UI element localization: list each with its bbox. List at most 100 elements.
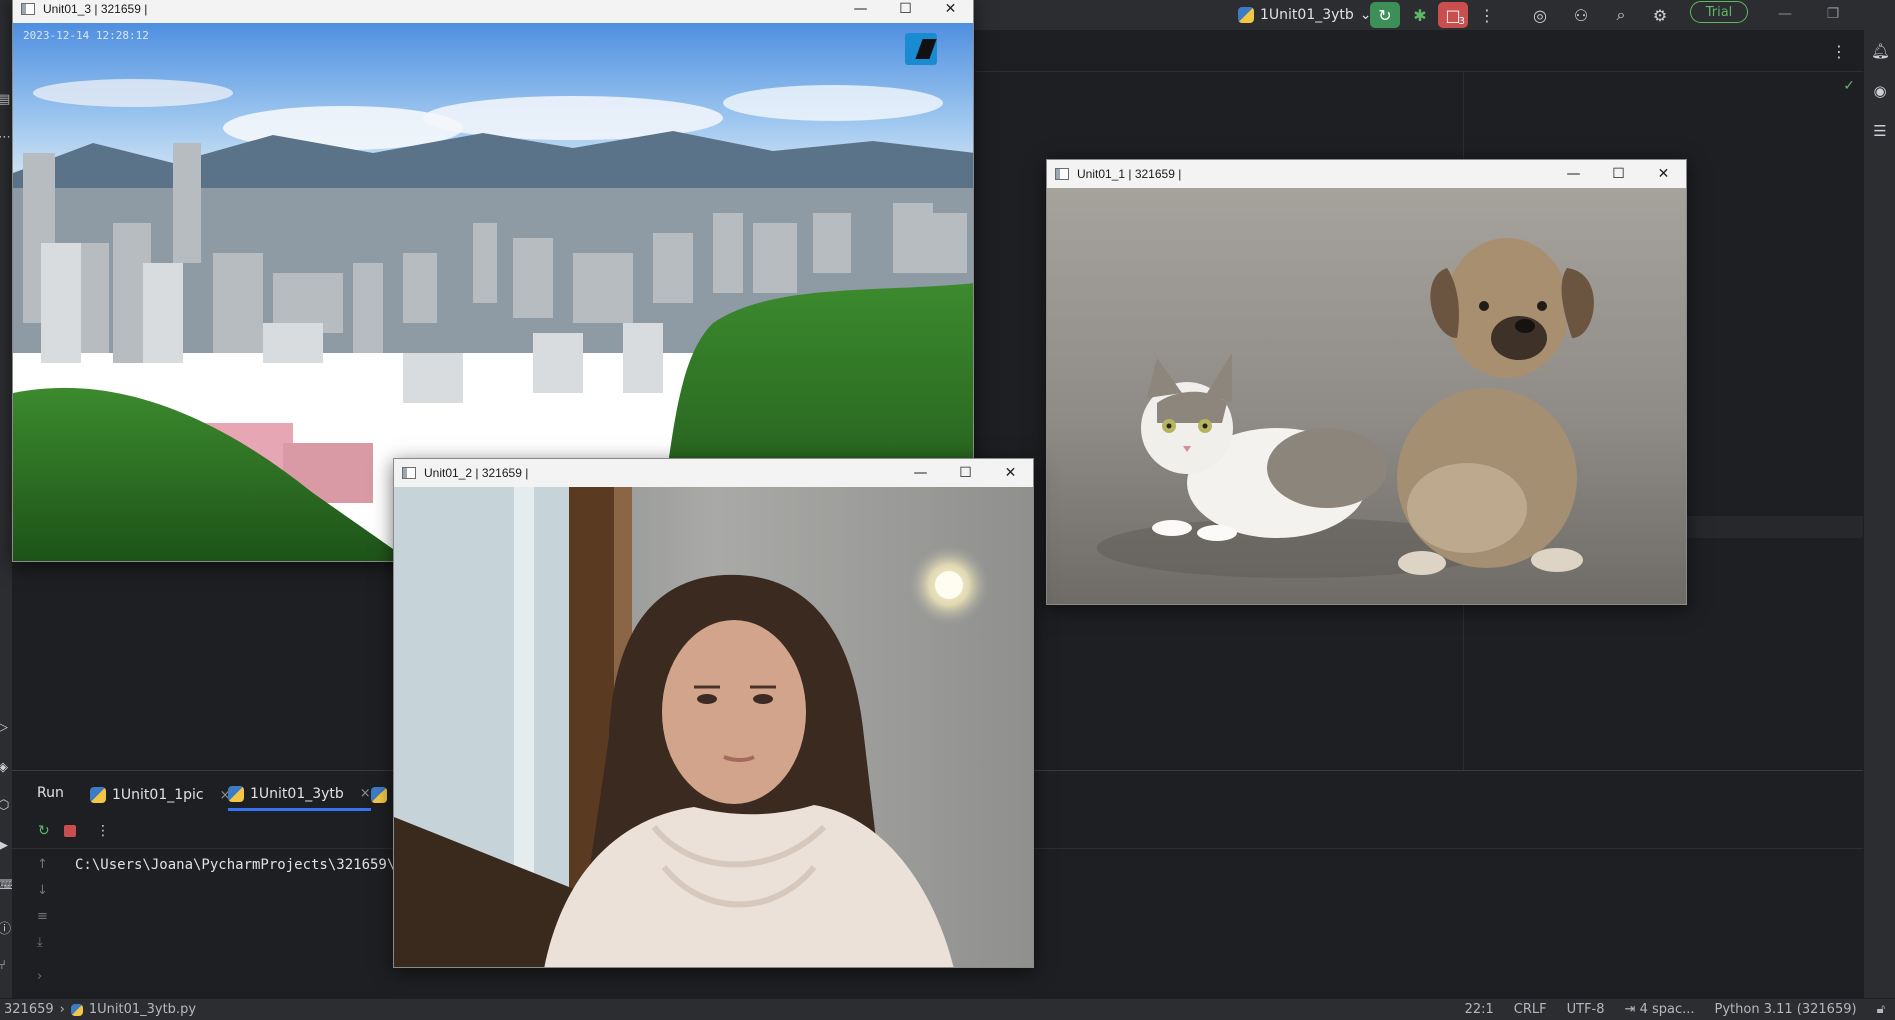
- scroll-to-end-icon[interactable]: ⤓: [37, 935, 43, 950]
- run-tool-icon[interactable]: ▷: [0, 720, 12, 735]
- indent-label: 4 spac...: [1639, 1002, 1695, 1017]
- stop-count-badge: 3: [1458, 16, 1465, 27]
- debug-button[interactable]: ✱: [1405, 2, 1435, 28]
- maximize-button[interactable]: ☐: [943, 459, 988, 487]
- editor-options-button[interactable]: ⋮: [1831, 42, 1847, 61]
- left-tool-strip: ▤ ⋯ ▷ ◈ ⬡ ▶ ⌨ ⓘ ⑂: [0, 30, 17, 998]
- run-panel-title: Run: [37, 785, 64, 801]
- right-tool-strip: 🔔︎ ◉ ☰: [1863, 30, 1895, 998]
- run-tab-label: 1Unit01_1pic: [112, 787, 204, 803]
- python-file-icon: [1238, 7, 1254, 23]
- minimize-button[interactable]: —: [838, 0, 883, 23]
- video-timestamp: 2023-12-14 12:28:12: [23, 29, 149, 42]
- notification-icon[interactable]: 🔔︎: [1871, 42, 1890, 60]
- minimize-icon: —: [913, 465, 928, 481]
- window-title: Unit01_2 | 321659 |: [424, 466, 529, 480]
- maximize-icon: ☐: [959, 465, 972, 481]
- run-configuration-label: 1Unit01_3ytb: [1260, 7, 1354, 23]
- close-icon[interactable]: ×: [360, 786, 371, 801]
- python-packages-icon[interactable]: ⬡: [0, 798, 12, 813]
- cat-and-puppy-picture: [1047, 188, 1686, 604]
- maximize-icon: ☐: [899, 1, 912, 17]
- run-tab-label: 1Unit01_3ytb: [250, 785, 344, 802]
- rerun-button[interactable]: ↻: [1370, 2, 1400, 28]
- python-console-icon[interactable]: ▶: [0, 838, 12, 853]
- window-title: Unit01_3 | 321659 |: [43, 2, 148, 16]
- webcam-person-picture: [394, 487, 1033, 967]
- problems-icon[interactable]: ⓘ: [0, 918, 12, 937]
- broadcaster-logo-icon: [905, 33, 937, 65]
- scroll-up-icon[interactable]: ↑: [37, 857, 48, 872]
- database-icon[interactable]: ☰: [1871, 122, 1889, 140]
- caret-position[interactable]: 22:1: [1465, 1002, 1494, 1017]
- interpreter-selector[interactable]: Python 3.11 (321659): [1715, 1002, 1857, 1017]
- window-app-icon: [21, 3, 35, 15]
- terminal-icon[interactable]: ⌨: [0, 878, 17, 893]
- window-title-bar[interactable]: Unit01_2 | 321659 | — ☐ ✕: [394, 459, 1033, 487]
- kebab-icon[interactable]: ⋮: [96, 823, 110, 839]
- status-bar: 321659 › 1Unit01_3ytb.py 22:1 CRLF UTF-8…: [0, 998, 1895, 1020]
- file-encoding[interactable]: UTF-8: [1567, 1002, 1605, 1017]
- close-icon: ✕: [944, 1, 957, 17]
- maximize-button[interactable]: ☐: [883, 0, 928, 23]
- run-tab-unit01-3ytb[interactable]: 1Unit01_3ytb ×: [228, 779, 371, 811]
- maximize-button[interactable]: ☐: [1596, 160, 1641, 188]
- ide-restore-button[interactable]: ❐: [1818, 3, 1848, 25]
- settings-button[interactable]: ⚙: [1645, 2, 1675, 28]
- window-app-icon: [1055, 168, 1069, 180]
- webcam-feed: [394, 487, 1033, 967]
- window-title-bar[interactable]: Unit01_3 | 321659 | — ☐ ✕: [13, 0, 973, 23]
- ide-minimize-button[interactable]: —: [1770, 3, 1800, 25]
- window-title-bar[interactable]: Unit01_1 | 321659 | — ☐ ✕: [1047, 160, 1686, 188]
- close-button[interactable]: ✕: [928, 0, 973, 23]
- more-tools-icon[interactable]: ⋯: [0, 130, 12, 145]
- python-file-icon: [228, 785, 244, 802]
- run-tab-unit01-1pic[interactable]: 1Unit01_1pic ×: [90, 779, 231, 811]
- lock-icon[interactable]: 🔓︎: [1877, 1002, 1885, 1017]
- maximize-icon: ☐: [1612, 166, 1625, 182]
- pets-image-window[interactable]: Unit01_1 | 321659 | — ☐ ✕: [1046, 159, 1687, 605]
- stop-icon[interactable]: [64, 825, 76, 837]
- rerun-icon: ↻: [1378, 5, 1392, 25]
- indent-icon: ⇥: [1624, 1002, 1640, 1017]
- minimize-icon: —: [1778, 6, 1792, 22]
- close-icon: ✕: [1657, 166, 1670, 182]
- scroll-down-icon[interactable]: ↓: [37, 883, 48, 898]
- collab-icon: ⚇: [1573, 5, 1589, 25]
- console-output-line: C:\Users\Joana\PycharmProjects\321659\.v: [75, 857, 413, 873]
- ai-assistant-icon: ◎: [1533, 5, 1547, 25]
- git-icon[interactable]: ⑂: [0, 958, 12, 973]
- soft-wrap-icon[interactable]: ≡: [37, 909, 48, 924]
- trial-badge[interactable]: Trial: [1690, 1, 1748, 23]
- python-file-icon: [90, 787, 106, 803]
- python-file-icon: [70, 1003, 83, 1016]
- minimize-icon: —: [1566, 166, 1581, 182]
- webcam-window[interactable]: Unit01_2 | 321659 | — ☐ ✕: [393, 458, 1034, 968]
- close-button[interactable]: ✕: [988, 459, 1033, 487]
- window-title: Unit01_1 | 321659 |: [1077, 167, 1182, 181]
- minimize-button[interactable]: —: [1551, 160, 1596, 188]
- code-with-me-button[interactable]: ⚇: [1566, 2, 1596, 28]
- minimize-button[interactable]: —: [898, 459, 943, 487]
- ai-assistant-button[interactable]: ◎: [1525, 2, 1555, 28]
- close-icon: ✕: [1004, 465, 1017, 481]
- rerun-icon[interactable]: ↻: [38, 823, 50, 839]
- gear-icon: ⚙: [1652, 5, 1668, 25]
- indent-setting[interactable]: ⇥ 4 spac...: [1625, 1002, 1695, 1017]
- editor-tabs-bar: ⋮: [975, 30, 1863, 72]
- breadcrumb-file[interactable]: 1Unit01_3ytb.py: [89, 1002, 196, 1017]
- pets-image: [1047, 188, 1686, 604]
- stop-button[interactable]: □ 3: [1438, 2, 1468, 28]
- project-icon[interactable]: ▤: [0, 92, 12, 107]
- expand-icon[interactable]: ›: [37, 969, 42, 984]
- ai-chat-icon[interactable]: ◉: [1871, 82, 1889, 100]
- line-separator[interactable]: CRLF: [1514, 1002, 1547, 1017]
- close-button[interactable]: ✕: [1641, 160, 1686, 188]
- search-everywhere-button[interactable]: ⌕: [1606, 2, 1636, 28]
- chevron-right-icon: ›: [59, 1002, 65, 1017]
- breadcrumb-project[interactable]: 321659: [4, 1002, 54, 1017]
- run-configuration-selector[interactable]: 1Unit01_3ytb ⌄: [1238, 3, 1372, 27]
- restore-icon: ❐: [1826, 6, 1840, 22]
- services-icon[interactable]: ◈: [0, 760, 12, 775]
- more-actions-button[interactable]: ⋮: [1472, 2, 1502, 28]
